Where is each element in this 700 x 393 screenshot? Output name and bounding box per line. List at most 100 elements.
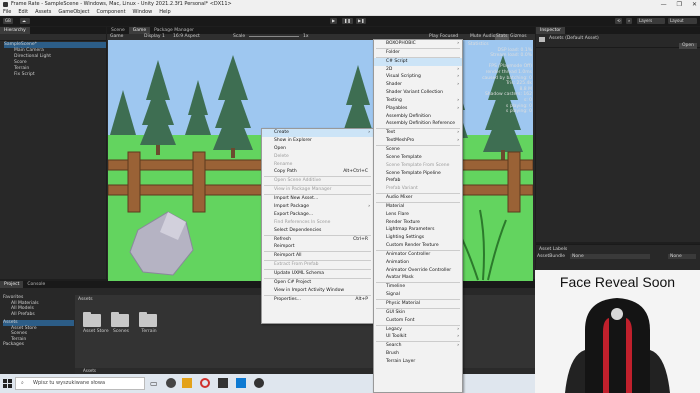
create-item-gui-skin[interactable]: GUI Skin — [374, 309, 462, 317]
create-item-search[interactable]: Search › — [374, 342, 462, 350]
create-item-textmeshpro[interactable]: TextMeshPro › — [374, 137, 462, 145]
hierarchy-search[interactable] — [0, 34, 106, 41]
create-item-folder[interactable]: Folder — [374, 49, 462, 57]
create-item-animation[interactable]: Animation — [374, 259, 462, 267]
menu-item-refresh[interactable]: Refresh Ctrl+R — [262, 236, 373, 244]
pause-button[interactable]: ❚❚ — [342, 18, 353, 24]
tab-project[interactable]: Project — [0, 281, 24, 288]
tab-inspector[interactable]: Inspector — [536, 27, 565, 34]
layers-dropdown[interactable]: Layers — [637, 18, 665, 24]
cloud-icon[interactable]: ☁ — [20, 18, 30, 24]
create-item-scene-template-pipeline[interactable]: Scene Template Pipeline — [374, 170, 462, 178]
play-button[interactable]: ▶ — [330, 18, 338, 24]
menu-item-open[interactable]: Open — [262, 145, 373, 153]
menu-item-import-package[interactable]: Import Package › — [262, 203, 373, 211]
folder-terrain[interactable]: Terrain — [139, 312, 159, 334]
folder-asset-store[interactable]: Asset Store — [83, 312, 109, 334]
menu-help[interactable]: Help — [159, 9, 170, 15]
tab-scene[interactable]: Scene — [107, 27, 129, 34]
create-item-lens-flare[interactable]: Lens Flare — [374, 211, 462, 219]
menu-item-view-in-import-activity-window[interactable]: View in Import Activity Window — [262, 287, 373, 295]
account-dropdown[interactable]: GB — [3, 18, 13, 24]
create-item-render-texture[interactable]: Render Texture — [374, 219, 462, 227]
folder-scenes[interactable]: Scenes — [111, 312, 131, 334]
create-item-shader[interactable]: Shader › — [374, 81, 462, 89]
tab-game[interactable]: Game — [128, 27, 151, 34]
layout-dropdown[interactable]: Layout — [668, 18, 697, 24]
menu-item-open-c-project[interactable]: Open C# Project — [262, 279, 373, 287]
menu-item-update-uxml-schema[interactable]: Update UXML Schema — [262, 270, 373, 278]
tab-hierarchy[interactable]: Hierarchy — [0, 27, 30, 34]
create-item-scene-template[interactable]: Scene Template — [374, 154, 462, 162]
create-item-avatar-mask[interactable]: Avatar Mask — [374, 274, 462, 282]
create-item-visual-scripting[interactable]: Visual Scripting › — [374, 73, 462, 81]
tab-package-manager[interactable]: Package Manager — [150, 27, 198, 34]
tab-console[interactable]: Console — [23, 281, 49, 288]
menu-item-select-dependencies[interactable]: Select Dependencies — [262, 227, 373, 235]
create-item-custom-font[interactable]: Custom Font — [374, 317, 462, 325]
create-item-ui-toolkit[interactable]: UI Toolkit › — [374, 333, 462, 341]
menu-edit[interactable]: Edit — [18, 9, 28, 15]
create-item-c-script[interactable]: C# Script — [374, 57, 462, 66]
create-item-brush[interactable]: Brush — [374, 350, 462, 358]
tree-packages[interactable]: Packages — [3, 342, 74, 348]
unity-taskbar-icon[interactable] — [218, 378, 228, 388]
step-button[interactable]: ▶❚ — [356, 18, 367, 24]
menu-window[interactable]: Window — [133, 9, 153, 15]
create-item-prefab[interactable]: Prefab — [374, 177, 462, 185]
menu-item-create[interactable]: Create › — [262, 129, 373, 137]
menu-component[interactable]: Component — [97, 9, 126, 15]
variant-dropdown[interactable]: None — [668, 254, 696, 259]
create-item-testing[interactable]: Testing › — [374, 97, 462, 105]
history-icon[interactable]: ⟲ — [615, 18, 623, 24]
create-item-terrain-layer[interactable]: Terrain Layer — [374, 358, 462, 366]
windows-start-icon[interactable] — [3, 379, 12, 388]
visual-studio-icon[interactable] — [236, 378, 246, 388]
app-icon[interactable] — [166, 378, 176, 388]
assetbundle-dropdown[interactable]: None — [570, 254, 650, 259]
menu-item-import-new-asset[interactable]: Import New Asset... — [262, 195, 373, 203]
create-item-lightmap-parameters[interactable]: Lightmap Parameters — [374, 226, 462, 234]
menu-item-reimport-all[interactable]: Reimport All — [262, 252, 373, 260]
file-explorer-icon[interactable] — [182, 378, 192, 388]
hierarchy-item[interactable]: Fix Script — [4, 72, 106, 78]
menu-item-label: Scene — [386, 146, 400, 152]
menu-item-label: 2D — [386, 66, 393, 72]
create-item-physic-material[interactable]: Physic Material — [374, 300, 462, 308]
create-item-animator-override-controller[interactable]: Animator Override Controller — [374, 267, 462, 275]
menu-item-properties[interactable]: Properties... Alt+P — [262, 296, 373, 304]
create-item-timeline[interactable]: Timeline — [374, 283, 462, 291]
menu-item-show-in-explorer[interactable]: Show in Explorer — [262, 137, 373, 145]
close-button[interactable]: ✕ — [692, 1, 697, 8]
menu-file[interactable]: File — [3, 9, 11, 15]
create-item-shader-variant-collection[interactable]: Shader Variant Collection — [374, 89, 462, 97]
create-item-assembly-definition[interactable]: Assembly Definition — [374, 113, 462, 121]
create-item-2d[interactable]: 2D › — [374, 66, 462, 74]
menu-item-copy-path[interactable]: Copy Path Alt+Ctrl+C — [262, 168, 373, 176]
taskbar-search-input[interactable]: ⌕ Wpisz tu wyszukiwane słowa — [15, 377, 145, 390]
create-item-signal[interactable]: Signal — [374, 291, 462, 299]
obs-icon[interactable] — [254, 378, 264, 388]
menu-item-reimport[interactable]: Reimport — [262, 243, 373, 251]
create-item-boxophobic[interactable]: BOXOPHOBIC › — [374, 40, 462, 48]
create-item-legacy[interactable]: Legacy › — [374, 326, 462, 334]
scale-slider[interactable] — [249, 36, 299, 37]
create-item-audio-mixer[interactable]: Audio Mixer — [374, 194, 462, 202]
create-item-scene[interactable]: Scene — [374, 146, 462, 154]
open-button[interactable]: Open — [678, 43, 697, 49]
task-view-icon[interactable]: ▭ — [150, 379, 158, 388]
menu-item-export-package[interactable]: Export Package... — [262, 211, 373, 219]
create-item-custom-render-texture[interactable]: Custom Render Texture — [374, 242, 462, 250]
create-item-text[interactable]: Text › — [374, 129, 462, 137]
create-item-playables[interactable]: Playables › — [374, 105, 462, 113]
maximize-button[interactable]: ❐ — [677, 1, 682, 8]
minimize-button[interactable]: — — [661, 1, 667, 8]
opera-icon[interactable] — [200, 378, 210, 388]
create-item-animator-controller[interactable]: Animator Controller — [374, 251, 462, 259]
search-icon[interactable]: ⌕ — [626, 18, 633, 24]
create-item-assembly-definition-reference[interactable]: Assembly Definition Reference — [374, 120, 462, 128]
create-item-lighting-settings[interactable]: Lighting Settings — [374, 234, 462, 242]
menu-gameobject[interactable]: GameObject — [58, 9, 89, 15]
menu-assets[interactable]: Assets — [35, 9, 51, 15]
create-item-material[interactable]: Material — [374, 203, 462, 211]
